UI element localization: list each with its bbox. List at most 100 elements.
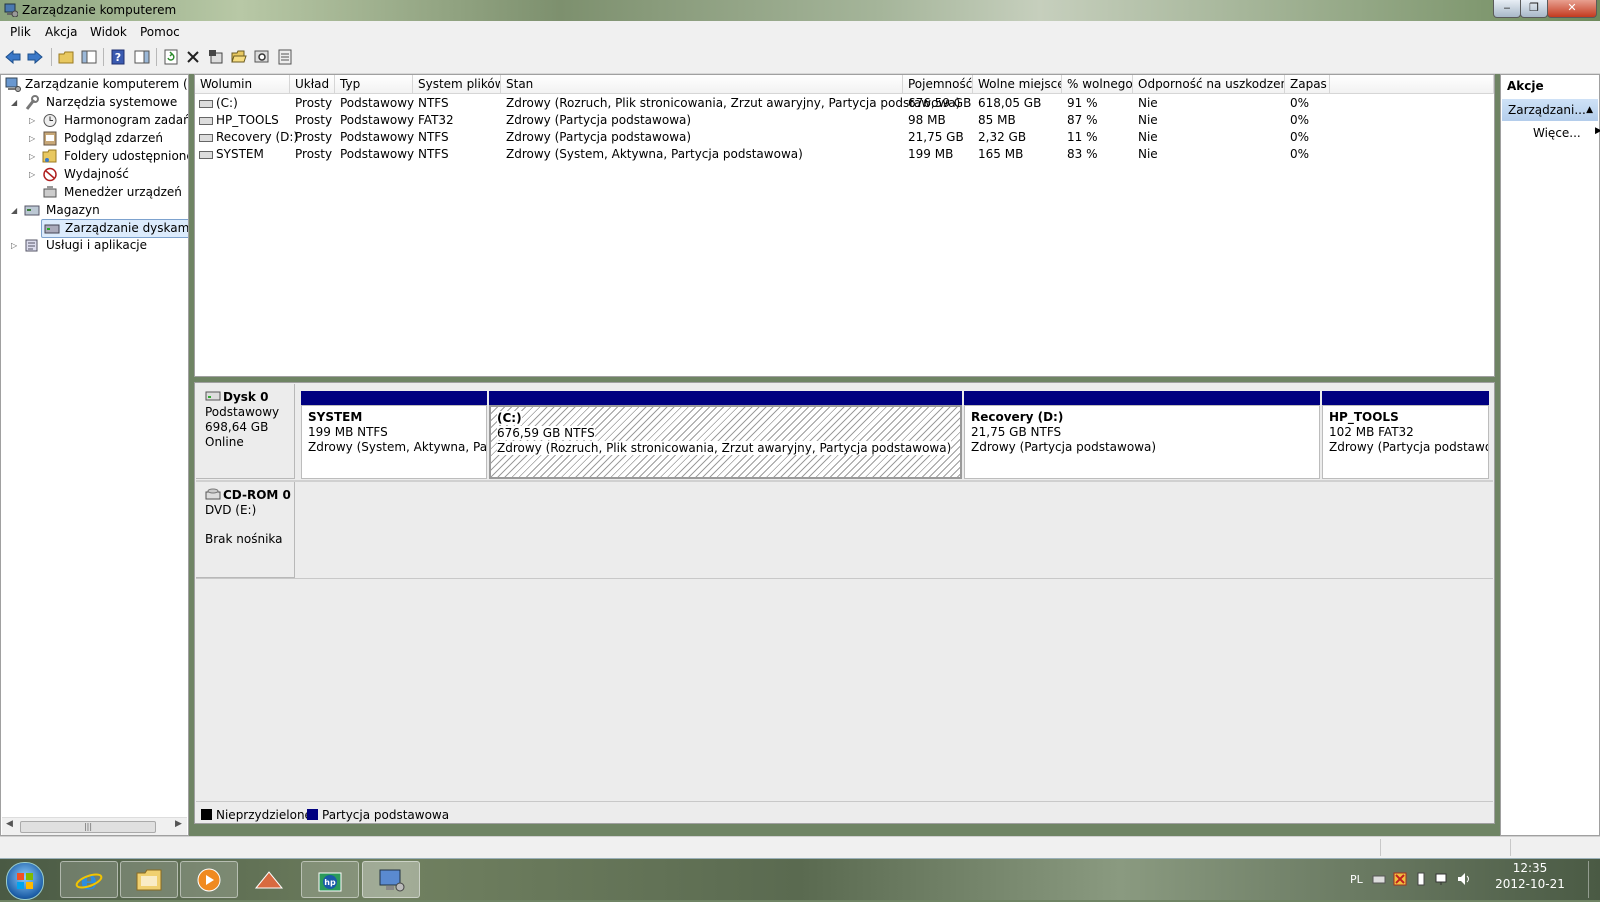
close-button[interactable]: ✕ (1547, 0, 1597, 18)
partition-system[interactable]: SYSTEM 199 MB NTFS Zdrowy (System, Aktyw… (301, 391, 487, 479)
windows-logo-icon (17, 873, 33, 889)
menu-plik[interactable]: Plik (10, 25, 31, 39)
volume-row[interactable]: HP_TOOLS Prosty Podstawowy FAT32 Zdrowy (Par… (195, 112, 1494, 129)
title-bar[interactable]: Zarządzanie komputerem ‒ ❐ ✕ (0, 0, 1600, 21)
column-header-free-space[interactable]: Wolne miejsce (973, 75, 1062, 94)
taskbar-hp-app[interactable]: hp (301, 861, 359, 898)
cell-capacity: 98 MB (908, 113, 946, 127)
cell-overhead: 0% (1290, 113, 1310, 127)
clock-time[interactable]: 12:35 (1500, 861, 1560, 875)
cdrom0-status: Brak nośnika (205, 532, 283, 546)
column-header-filesystem[interactable]: System plików (413, 75, 501, 94)
properties-icon[interactable] (207, 48, 225, 66)
cell-free-space: 618,05 GB (978, 96, 1042, 110)
scroll-thumb[interactable]: ||| (20, 821, 156, 833)
cell-status: Zdrowy (Partycja podstawowa) (506, 113, 692, 127)
partition-name: Recovery (D:) (971, 410, 1064, 424)
menu-widok[interactable]: Widok (90, 25, 127, 39)
taskbar-media-player[interactable] (180, 861, 238, 898)
keyboard-icon[interactable] (1372, 873, 1386, 885)
taskbar-internet-explorer[interactable]: e (60, 861, 118, 898)
expand-arrow-icon[interactable]: ▷ (29, 148, 38, 165)
refresh-icon[interactable] (162, 48, 180, 66)
disk0-label[interactable]: Dysk 0 Podstawowy 698,64 GB Online (196, 384, 295, 479)
svg-text:?: ? (115, 51, 121, 64)
language-indicator[interactable]: PL (1350, 873, 1363, 886)
actions-pane: Akcje Zarządzani... ▲ Więce... ▶ (1500, 74, 1600, 836)
taskbar-computer-management[interactable] (362, 861, 420, 898)
scroll-left-arrow-icon[interactable]: ◀ (6, 819, 13, 829)
partition-size: 21,75 GB NTFS (971, 425, 1062, 439)
tree-label-event-viewer: Podgląd zdarzeń (64, 131, 163, 145)
clock-date[interactable]: 2012-10-21 (1484, 877, 1576, 891)
cell-type: Podstawowy (340, 96, 415, 110)
volume-icon[interactable] (1456, 871, 1472, 887)
column-header-percent-free[interactable]: % wolnego (1062, 75, 1133, 94)
cell-volume: Recovery (D:) (216, 130, 299, 144)
volume-row[interactable]: SYSTEM Prosty Podstawowy NTFS Zdrowy (System… (195, 146, 1494, 163)
forward-icon[interactable] (26, 48, 44, 66)
action-center-icon[interactable] (1392, 871, 1408, 887)
collapse-up-icon[interactable]: ▲ (1586, 99, 1593, 121)
toolbar-separator (51, 48, 52, 66)
battery-icon[interactable] (1416, 871, 1426, 887)
cell-layout: Prosty (295, 130, 333, 144)
taskbar-app[interactable] (240, 861, 298, 898)
column-header-overhead[interactable]: Zapas (1285, 75, 1330, 94)
scroll-right-arrow-icon[interactable]: ▶ (175, 819, 182, 829)
column-header-volume[interactable]: Wolumin (195, 75, 290, 94)
open-icon[interactable] (230, 48, 248, 66)
tree-horizontal-scrollbar[interactable]: ◀ ||| ▶ (2, 817, 187, 835)
minimize-button[interactable]: ‒ (1493, 0, 1521, 18)
expand-arrow-icon[interactable]: ▷ (29, 166, 38, 183)
network-icon[interactable] (1434, 871, 1450, 887)
tree-item-disk-management[interactable]: Zarządzanie dyskami (41, 219, 188, 238)
back-icon[interactable] (4, 48, 22, 66)
collapse-arrow-icon[interactable]: ◢ (11, 202, 20, 219)
cell-type: Podstawowy (340, 130, 415, 144)
toolbar: ? (0, 42, 1600, 74)
partition-recovery[interactable]: Recovery (D:) 21,75 GB NTFS Zdrowy (Part… (964, 391, 1320, 479)
maximize-button[interactable]: ❐ (1520, 0, 1548, 18)
hard-disk-icon (205, 391, 221, 401)
column-header-fault-tolerance[interactable]: Odporność na uszkodzenia (1133, 75, 1285, 94)
volume-drive-icon (199, 100, 213, 108)
expand-arrow-icon[interactable]: ▷ (11, 237, 20, 254)
help-icon[interactable]: ? (109, 48, 127, 66)
expand-arrow-icon[interactable]: ▷ (29, 112, 38, 129)
start-button[interactable] (6, 862, 44, 900)
actions-more-label: Więce... (1533, 126, 1581, 140)
export-icon[interactable] (276, 48, 294, 66)
column-header-status[interactable]: Stan (501, 75, 903, 94)
actions-section-disk-management[interactable]: Zarządzani... ▲ (1502, 99, 1598, 121)
partition-hp-tools[interactable]: HP_TOOLS 102 MB FAT32 Zdrowy (Partycja p… (1322, 391, 1489, 479)
tools-icon (25, 95, 39, 110)
legend-unallocated: Nieprzydzielone (201, 808, 312, 823)
partition-name: SYSTEM (308, 410, 363, 424)
volume-row[interactable]: Recovery (D:) Prosty Podstawowy NTFS Zdrowy … (195, 129, 1494, 146)
disk0-size: 698,64 GB (205, 420, 269, 434)
menu-akcja[interactable]: Akcja (45, 25, 77, 39)
cell-volume: SYSTEM (216, 147, 264, 161)
actions-more[interactable]: Więce... ▶ (1533, 126, 1600, 140)
up-folder-icon[interactable] (57, 48, 75, 66)
taskbar-explorer[interactable] (120, 861, 178, 898)
column-header-capacity[interactable]: Pojemność (903, 75, 973, 94)
status-bar (0, 836, 1600, 859)
show-hide-action-pane-icon[interactable] (133, 48, 151, 66)
cell-status: Zdrowy (System, Aktywna, Partycja podsta… (506, 147, 803, 161)
partition-c[interactable]: (C:) 676,59 GB NTFS Zdrowy (Rozruch, Pli… (489, 391, 962, 479)
search-icon[interactable] (253, 48, 271, 66)
column-header-type[interactable]: Typ (335, 75, 413, 94)
column-header-layout[interactable]: Układ (290, 75, 335, 94)
show-hide-tree-icon[interactable] (80, 48, 98, 66)
collapse-arrow-icon[interactable]: ◢ (11, 94, 20, 111)
show-desktop-button[interactable] (1588, 861, 1599, 898)
cdrom0-label[interactable]: CD-ROM 0 DVD (E:) Brak nośnika (196, 482, 295, 578)
media-player-icon (197, 868, 221, 891)
menu-pomoc[interactable]: Pomoc (140, 25, 180, 39)
volume-row[interactable]: (C:) Prosty Podstawowy NTFS Zdrowy (Rozruch,… (195, 95, 1494, 112)
cell-type: Podstawowy (340, 147, 415, 161)
expand-arrow-icon[interactable]: ▷ (29, 130, 38, 147)
delete-icon[interactable] (184, 48, 202, 66)
